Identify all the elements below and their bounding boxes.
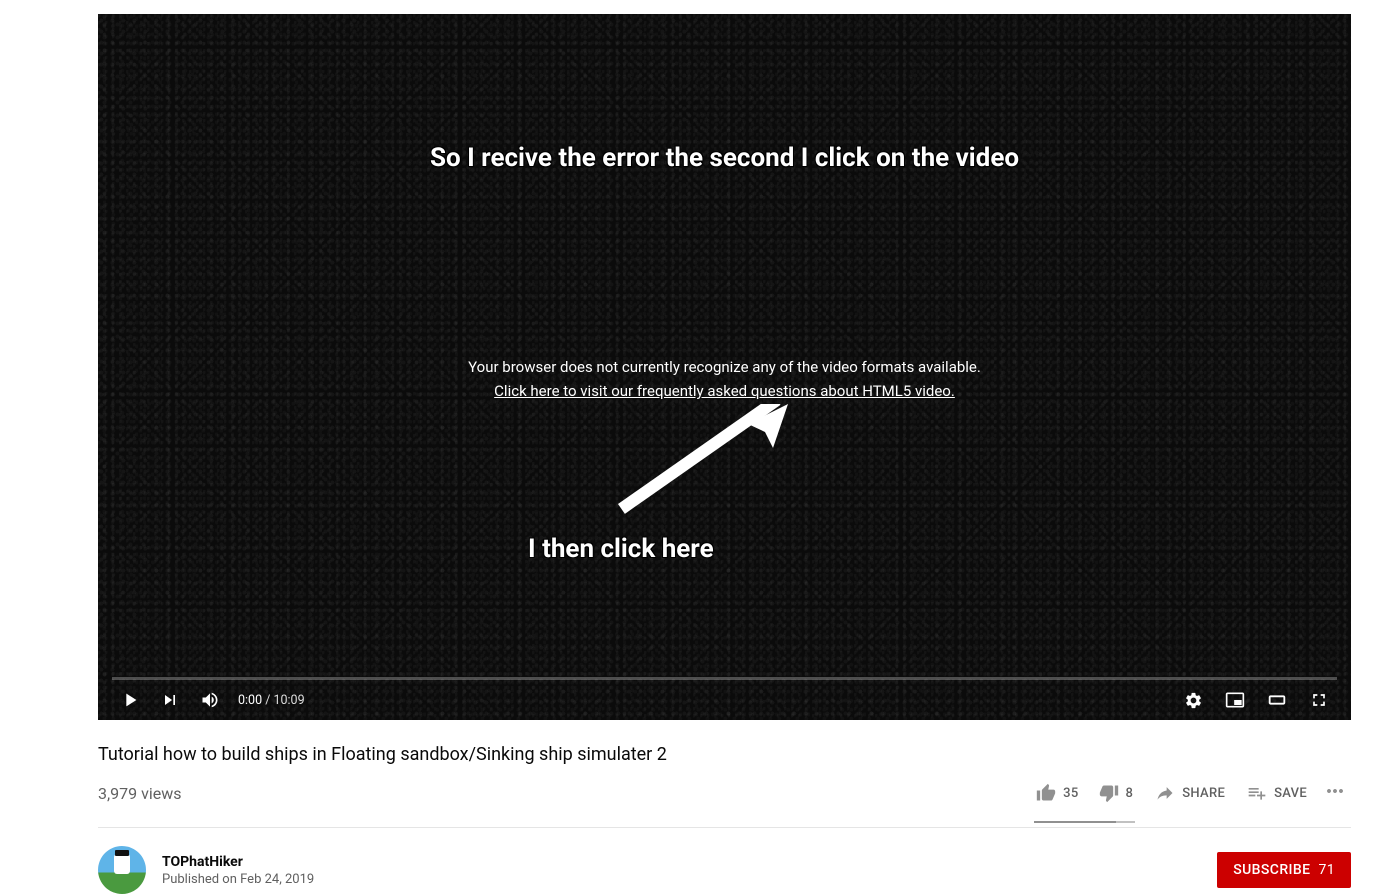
player-error-message: Your browser does not currently recogniz…	[468, 358, 981, 376]
share-icon	[1155, 783, 1175, 803]
thumbs-up-icon	[1036, 783, 1056, 803]
playlist-add-icon	[1247, 783, 1267, 803]
publish-date: Published on Feb 24, 2019	[162, 872, 314, 887]
dislike-button[interactable]: 8	[1089, 777, 1144, 809]
subscribe-button[interactable]: SUBSCRIBE 71	[1217, 852, 1351, 888]
sentiment-bar	[1034, 821, 1135, 823]
like-count: 35	[1063, 786, 1078, 801]
share-label: SHARE	[1182, 786, 1225, 801]
video-title: Tutorial how to build ships in Floating …	[98, 744, 1351, 765]
channel-row: TOPhatHiker Published on Feb 24, 2019 SU…	[98, 828, 1351, 894]
subscriber-count: 71	[1318, 862, 1335, 878]
duration: 10:09	[273, 693, 304, 708]
like-button[interactable]: 35	[1026, 777, 1088, 809]
annotation-bottom: I then click here	[528, 534, 714, 564]
more-actions-button[interactable]	[1319, 773, 1351, 813]
volume-button[interactable]	[192, 682, 228, 718]
save-label: SAVE	[1274, 786, 1307, 801]
play-button[interactable]	[112, 682, 148, 718]
player-error-link[interactable]: Click here to visit our frequently asked…	[494, 382, 955, 400]
theater-button[interactable]	[1259, 682, 1295, 718]
settings-button[interactable]	[1175, 682, 1211, 718]
subscribe-label: SUBSCRIBE	[1233, 862, 1310, 878]
info-row: 3,979 views 35 8 SHARE	[98, 773, 1351, 828]
channel-name[interactable]: TOPhatHiker	[162, 854, 314, 870]
next-button[interactable]	[152, 682, 188, 718]
annotation-top: So I recive the error the second I click…	[430, 142, 1019, 175]
share-button[interactable]: SHARE	[1145, 777, 1235, 809]
video-player[interactable]: So I recive the error the second I click…	[98, 14, 1351, 720]
time-display: 0:00 / 10:09	[238, 693, 305, 708]
miniplayer-button[interactable]	[1217, 682, 1253, 718]
dislike-count: 8	[1126, 786, 1134, 801]
player-controls: 0:00 / 10:09	[98, 680, 1351, 720]
view-count: 3,979 views	[98, 784, 182, 803]
fullscreen-button[interactable]	[1301, 682, 1337, 718]
current-time: 0:00	[238, 693, 262, 708]
thumbs-down-icon	[1099, 783, 1119, 803]
save-button[interactable]: SAVE	[1237, 777, 1317, 809]
more-horiz-icon	[1323, 779, 1347, 803]
channel-avatar[interactable]	[98, 846, 146, 894]
